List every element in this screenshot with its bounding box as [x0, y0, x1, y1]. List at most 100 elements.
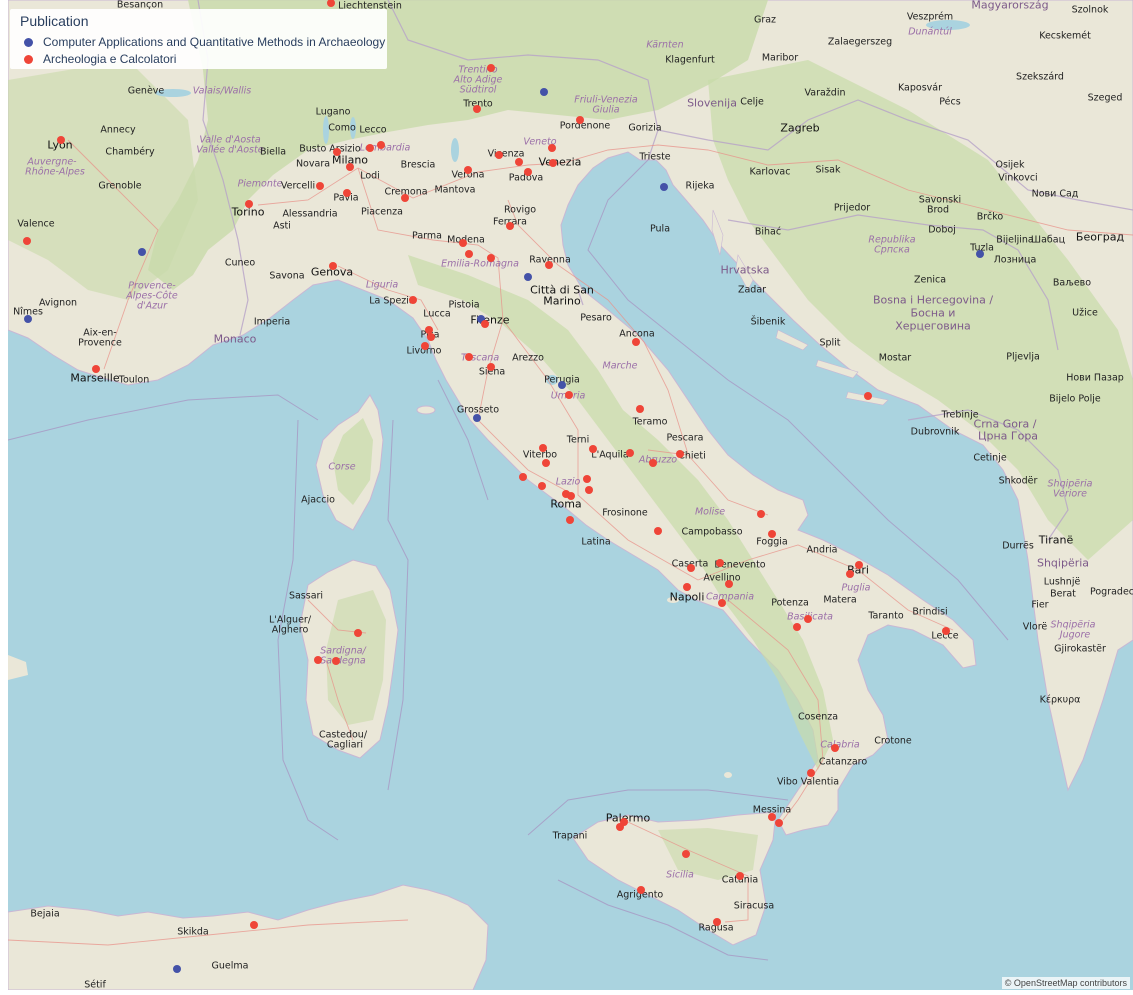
point-archeologia[interactable]: [687, 564, 695, 572]
point-archeologia[interactable]: [583, 475, 591, 483]
point-archeologia[interactable]: [616, 823, 624, 831]
point-archeologia[interactable]: [473, 105, 481, 113]
point-archeologia[interactable]: [768, 530, 776, 538]
point-archeologia[interactable]: [481, 320, 489, 328]
legend-item-ac[interactable]: Archeologia e Calcolatori: [24, 51, 176, 67]
point-archeologia[interactable]: [409, 296, 417, 304]
point-archeologia[interactable]: [793, 623, 801, 631]
point-archeologia[interactable]: [506, 222, 514, 230]
point-archeologia[interactable]: [333, 148, 341, 156]
point-archeologia[interactable]: [585, 486, 593, 494]
point-archeologia[interactable]: [855, 561, 863, 569]
point-archeologia[interactable]: [250, 921, 258, 929]
land-ischia: [667, 597, 679, 603]
point-archeologia[interactable]: [487, 363, 495, 371]
point-archeologia[interactable]: [465, 353, 473, 361]
point-archeologia[interactable]: [807, 769, 815, 777]
point-archeologia[interactable]: [495, 151, 503, 159]
point-archeologia[interactable]: [332, 657, 340, 665]
land-africa: [8, 884, 489, 990]
point-archeologia[interactable]: [487, 64, 495, 72]
point-caa[interactable]: [540, 88, 548, 96]
point-archeologia[interactable]: [636, 405, 644, 413]
land-islet: [8, 655, 28, 680]
point-archeologia[interactable]: [757, 510, 765, 518]
point-archeologia[interactable]: [515, 158, 523, 166]
point-archeologia[interactable]: [92, 365, 100, 373]
point-archeologia[interactable]: [539, 444, 547, 452]
point-archeologia[interactable]: [354, 629, 362, 637]
point-archeologia[interactable]: [576, 116, 584, 124]
legend: Publication Computer Applications and Qu…: [10, 9, 387, 69]
point-archeologia[interactable]: [718, 599, 726, 607]
lake-balaton: [926, 20, 970, 30]
point-archeologia[interactable]: [377, 141, 385, 149]
point-archeologia[interactable]: [549, 159, 557, 167]
point-archeologia[interactable]: [465, 250, 473, 258]
point-archeologia[interactable]: [23, 237, 31, 245]
lake-maggiore: [323, 116, 329, 144]
point-archeologia[interactable]: [626, 449, 634, 457]
point-archeologia[interactable]: [716, 559, 724, 567]
point-archeologia[interactable]: [519, 473, 527, 481]
point-archeologia[interactable]: [401, 194, 409, 202]
point-archeologia[interactable]: [566, 516, 574, 524]
point-archeologia[interactable]: [421, 342, 429, 350]
point-archeologia[interactable]: [676, 450, 684, 458]
map[interactable]: Liechtenstein Besançon Graz Veszprém Magyaro…: [8, 0, 1133, 990]
point-archeologia[interactable]: [725, 580, 733, 588]
point-archeologia[interactable]: [637, 886, 645, 894]
point-archeologia[interactable]: [589, 445, 597, 453]
point-archeologia[interactable]: [524, 168, 532, 176]
point-archeologia[interactable]: [846, 570, 854, 578]
attribution[interactable]: © OpenStreetMap contributors: [1001, 977, 1130, 989]
point-archeologia[interactable]: [245, 200, 253, 208]
lake-como: [350, 117, 356, 139]
point-caa[interactable]: [24, 315, 32, 323]
point-archeologia[interactable]: [538, 482, 546, 490]
point-archeologia[interactable]: [316, 182, 324, 190]
legend-marker-ac: [24, 54, 33, 64]
point-caa[interactable]: [173, 965, 181, 973]
point-caa[interactable]: [660, 183, 668, 191]
point-caa[interactable]: [976, 250, 984, 258]
point-archeologia[interactable]: [57, 136, 65, 144]
point-archeologia[interactable]: [682, 850, 690, 858]
legend-marker-caa: [24, 37, 33, 47]
point-archeologia[interactable]: [427, 333, 435, 341]
point-archeologia[interactable]: [864, 392, 872, 400]
point-caa[interactable]: [473, 414, 481, 422]
point-caa[interactable]: [558, 381, 566, 389]
point-archeologia[interactable]: [487, 254, 495, 262]
point-archeologia[interactable]: [831, 744, 839, 752]
point-archeologia[interactable]: [346, 163, 354, 171]
point-archeologia[interactable]: [343, 189, 351, 197]
point-archeologia[interactable]: [942, 627, 950, 635]
point-archeologia[interactable]: [683, 583, 691, 591]
point-archeologia[interactable]: [649, 459, 657, 467]
lake-geneva: [155, 89, 191, 97]
point-archeologia[interactable]: [548, 144, 556, 152]
point-archeologia[interactable]: [329, 262, 337, 270]
point-archeologia[interactable]: [654, 527, 662, 535]
point-archeologia[interactable]: [632, 338, 640, 346]
point-archeologia[interactable]: [775, 819, 783, 827]
point-archeologia[interactable]: [542, 459, 550, 467]
point-archeologia[interactable]: [545, 261, 553, 269]
legend-label-ac: Archeologia e Calcolatori: [43, 52, 177, 66]
point-archeologia[interactable]: [565, 391, 573, 399]
point-archeologia[interactable]: [804, 615, 812, 623]
legend-item-caa[interactable]: Computer Applications and Quantitative M…: [24, 34, 385, 50]
legend-label-caa: Computer Applications and Quantitative M…: [43, 35, 386, 49]
point-archeologia[interactable]: [314, 656, 322, 664]
point-archeologia[interactable]: [464, 166, 472, 174]
point-archeologia[interactable]: [567, 492, 575, 500]
point-caa[interactable]: [138, 248, 146, 256]
point-archeologia[interactable]: [459, 239, 467, 247]
land-elba: [416, 405, 436, 415]
point-archeologia[interactable]: [366, 144, 374, 152]
point-archeologia[interactable]: [736, 872, 744, 880]
land-lipari: [724, 772, 732, 778]
point-caa[interactable]: [524, 273, 532, 281]
point-archeologia[interactable]: [713, 918, 721, 926]
